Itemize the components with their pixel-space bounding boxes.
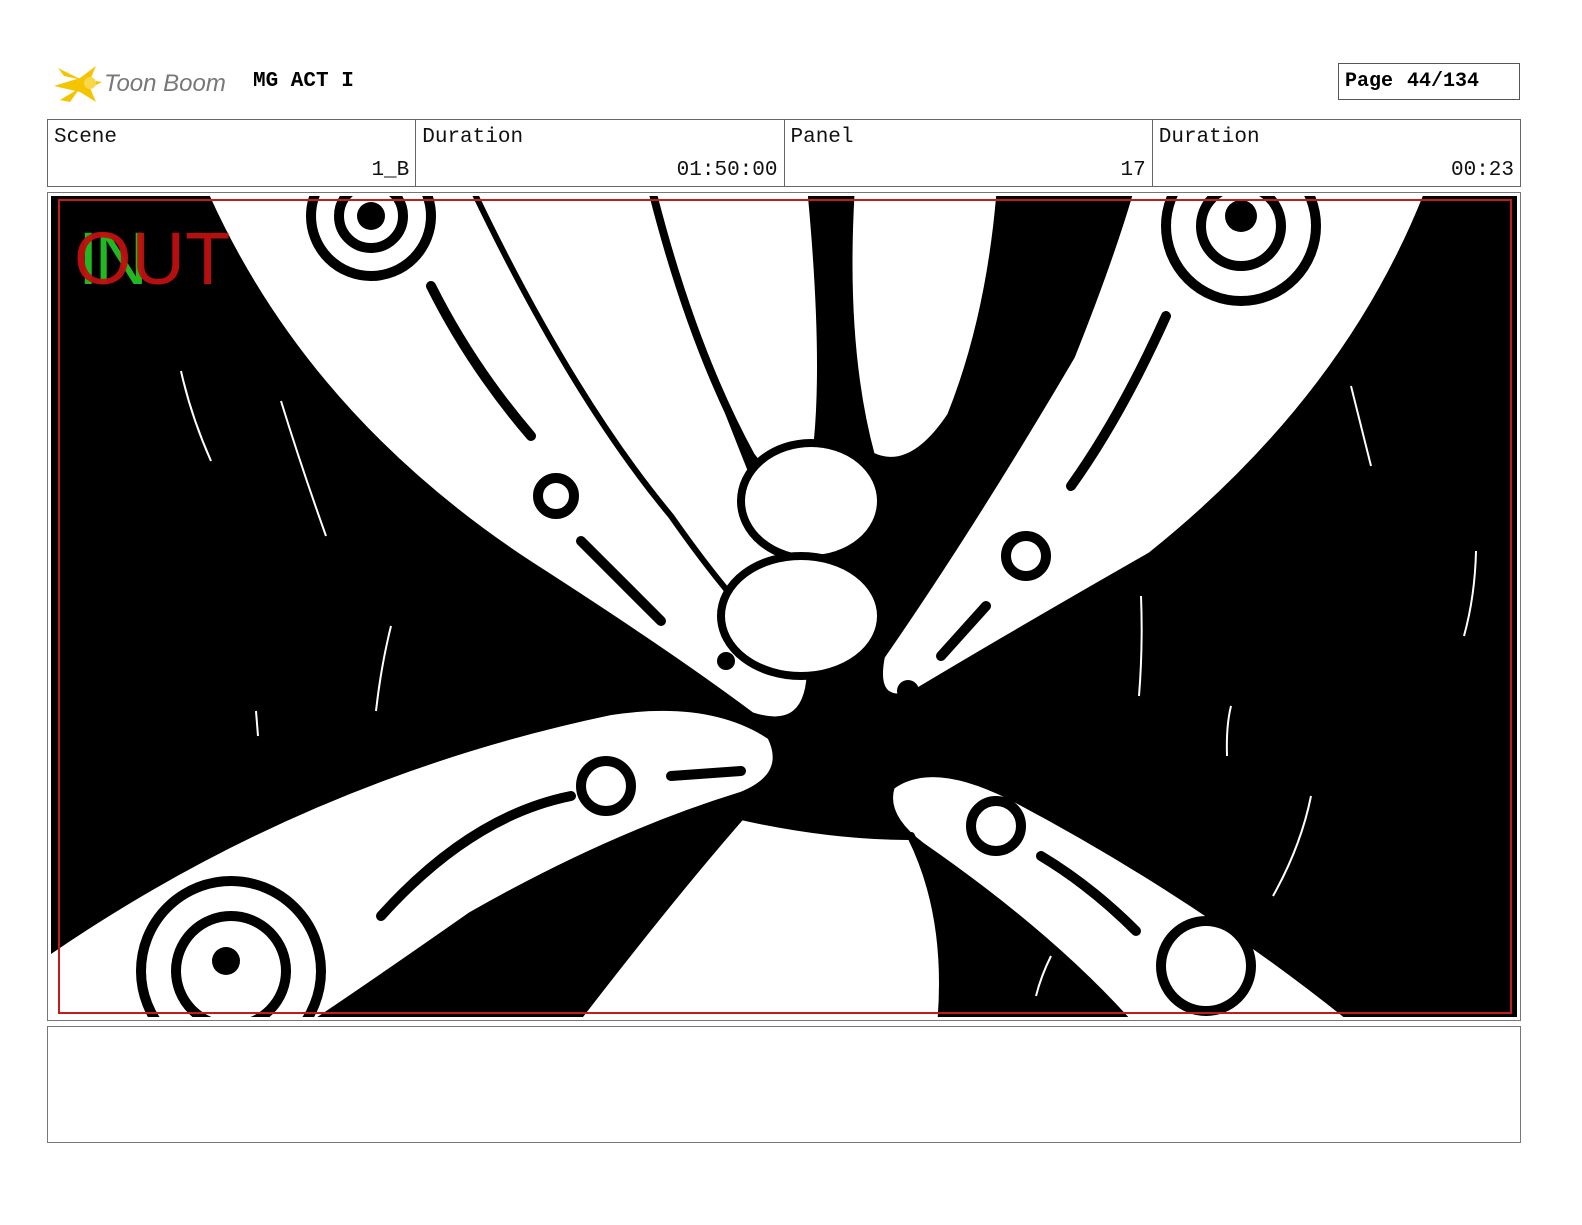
toon-boom-logo-icon: Toon Boom (54, 66, 226, 102)
panel-duration-cell: Duration 00:23 (1153, 120, 1520, 186)
storyboard-panel-drawing[interactable] (51, 196, 1517, 1017)
panel-label: Panel (790, 126, 854, 149)
page-number: 44/134 (1407, 70, 1480, 93)
page-indicator: Page 44/134 (1338, 63, 1520, 100)
scene-info-table: Scene 1_B Duration 01:50:00 Panel 17 Dur… (47, 119, 1521, 187)
panel-cell: Panel 17 (785, 120, 1153, 186)
scene-duration-value: 01:50:00 (676, 159, 778, 182)
panel-duration-label: Duration (1158, 126, 1260, 149)
toon-boom-logo: Toon Boom (50, 56, 240, 108)
logo-text: Toon Boom (104, 70, 226, 97)
panel-value: 17 (1120, 159, 1146, 182)
out-marker: OUT (74, 217, 231, 300)
panel-notes-box[interactable] (47, 1026, 1521, 1143)
scene-duration-label: Duration (422, 126, 524, 149)
scene-cell: Scene 1_B (48, 120, 417, 186)
page-label: Page (1345, 70, 1394, 93)
panel-duration-value: 00:23 (1450, 159, 1514, 182)
sketch-drawing (51, 196, 1477, 1017)
scene-duration-cell: Duration 01:50:00 (416, 120, 785, 186)
project-title: MG ACT I (253, 70, 354, 93)
scene-value: 1_B (371, 159, 410, 182)
scene-label: Scene (54, 126, 118, 149)
